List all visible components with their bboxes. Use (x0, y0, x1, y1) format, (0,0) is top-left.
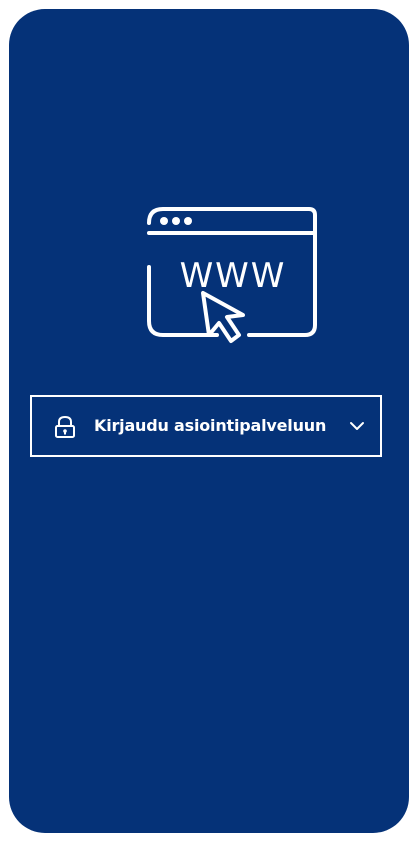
lock-icon (54, 415, 76, 439)
login-dropdown-button[interactable]: Kirjaudu asiointipalveluun (30, 395, 382, 457)
www-text: WWW (180, 256, 287, 296)
app-screen: WWW Kirjaudu asiointipalveluun (9, 9, 409, 833)
login-label: Kirjaudu asiointipalveluun (94, 416, 327, 435)
chevron-down-icon (348, 417, 366, 435)
web-browser-click-icon: WWW (137, 197, 327, 357)
